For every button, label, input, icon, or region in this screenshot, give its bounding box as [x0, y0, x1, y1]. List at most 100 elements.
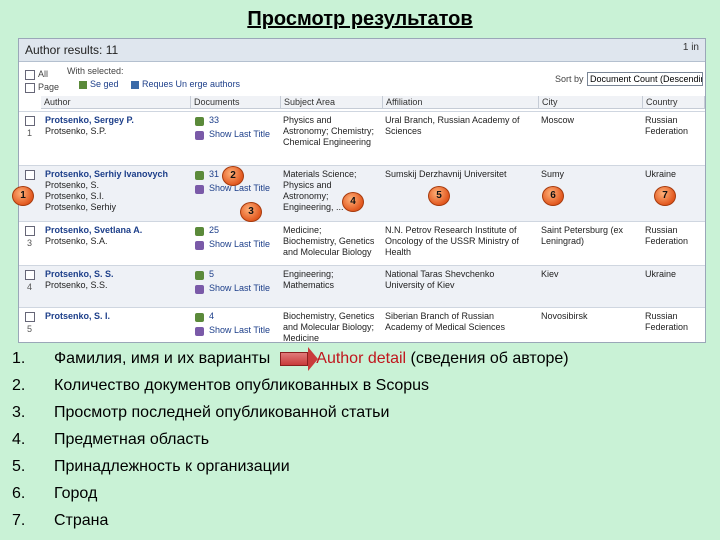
column-header[interactable]: Affiliation: [383, 96, 539, 109]
column-header[interactable]: Documents: [191, 96, 281, 109]
author-name-variant: Protsenko, Serhiy: [45, 202, 117, 212]
row-checkbox[interactable]: [25, 226, 35, 236]
select-page-control[interactable]: Page: [25, 82, 59, 93]
document-count-link[interactable]: 33: [209, 115, 219, 126]
sort-dropdown[interactable]: Document Count (Descending): [587, 72, 703, 86]
affiliation-link[interactable]: Sciences: [385, 126, 422, 137]
show-last-title-link[interactable]: Show Last Title: [209, 283, 270, 294]
callout-marker-1: 1: [12, 186, 34, 206]
author-name-variant: Protsenko, S.: [45, 180, 100, 190]
affiliation-link[interactable]: Oncology of the USSR Ministry of: [385, 236, 519, 247]
column-header[interactable]: Subject Area: [281, 96, 383, 109]
affiliation-link[interactable]: National Taras Shevchenko: [385, 269, 494, 280]
show-last-title-icon: [195, 241, 204, 250]
affiliation-link[interactable]: Ural Branch, Russian Academy of: [385, 115, 520, 126]
table-row[interactable]: 3 Protsenko, Svetlana A. Protsenko, S.A. 25…: [19, 221, 705, 266]
documents-icon: [195, 313, 204, 322]
row-number: 3: [27, 238, 33, 248]
row-number: 4: [27, 282, 33, 292]
show-last-title-link[interactable]: Show Last Title: [209, 183, 270, 194]
author-name-link[interactable]: Protsenko, Serhiy Ivanovych: [45, 169, 168, 180]
show-last-title-icon: [195, 327, 204, 336]
legend-item-7: 7. Страна: [12, 512, 109, 529]
row-checkbox[interactable]: [25, 116, 35, 126]
documents-icon: [195, 171, 204, 180]
row-number: 1: [27, 128, 33, 138]
table-row[interactable]: 4 Protsenko, S. S. Protsenko, S.S. 5 Show La…: [19, 265, 705, 308]
page-indicator[interactable]: 1 in: [683, 42, 699, 53]
subject-area: Astronomy;: [283, 191, 329, 201]
show-documents-action[interactable]: Se ged: [79, 79, 119, 89]
country: Ukraine: [645, 169, 677, 179]
subject-area: and Molecular Biology;: [283, 322, 375, 332]
author-name-variant: Protsenko, S.P.: [45, 126, 107, 136]
show-last-title-link[interactable]: Show Last Title: [209, 129, 270, 140]
legend-item-6: 6. Город: [12, 485, 98, 502]
affiliation-link[interactable]: Siberian Branch of Russian: [385, 311, 494, 322]
show-last-title-icon: [195, 185, 204, 194]
city: Leningrad): [541, 236, 585, 246]
arrow-right-icon: [280, 346, 319, 371]
row-number: 5: [27, 324, 33, 334]
row-checkbox[interactable]: [25, 170, 35, 180]
author-name-link[interactable]: Protsenko, S. I.: [45, 311, 110, 322]
subject-area: Physics and: [283, 115, 332, 125]
document-count-link[interactable]: 5: [209, 269, 214, 280]
callout-marker-5: 5: [428, 186, 450, 206]
subject-area: and Molecular Biology: [283, 247, 372, 257]
author-name-variant: Protsenko, S.I.: [45, 191, 105, 201]
legend-item-2: 2. Количество документов опубликованных в…: [12, 377, 430, 394]
author-name-link[interactable]: Protsenko, S. S.: [45, 269, 114, 280]
column-header[interactable]: Country: [643, 96, 705, 109]
affiliation-link[interactable]: Sumskij Derzhavnij Universitet: [385, 169, 507, 180]
callout-marker-6: 6: [542, 186, 564, 206]
affiliation-link[interactable]: University of Kiev: [385, 280, 455, 291]
column-header[interactable]: Author: [41, 96, 191, 109]
author-name-variant: Protsenko, S.A.: [45, 236, 108, 246]
country: Russian: [645, 225, 678, 235]
documents-icon: [195, 227, 204, 236]
show-last-title-icon: [195, 285, 204, 294]
documents-icon: [195, 271, 204, 280]
subject-area: Chemical Engineering: [283, 137, 372, 147]
author-name-link[interactable]: Protsenko, Svetlana A.: [45, 225, 142, 236]
document-count-link[interactable]: 4: [209, 311, 214, 322]
affiliation-link[interactable]: Academy of Medical Sciences: [385, 322, 505, 333]
show-last-title-link[interactable]: Show Last Title: [209, 325, 270, 336]
column-header[interactable]: City: [539, 96, 643, 109]
slide-title: Просмотр результатов: [247, 8, 473, 30]
country: Federation: [645, 322, 689, 332]
affiliation-link[interactable]: N.N. Petrov Research Institute of: [385, 225, 517, 236]
author-results-screenshot: Author results: 11 1 in All Page With se…: [18, 38, 706, 343]
table-row[interactable]: Protsenko, Serhiy Ivanovych Protsenko, S.…: [19, 165, 705, 222]
city: Saint Petersburg (ex: [541, 225, 624, 235]
subject-area: Medicine;: [283, 225, 322, 235]
checkbox-icon[interactable]: [25, 69, 35, 80]
results-header: Author results: 11 1 in: [19, 39, 705, 62]
subject-area: Engineering, ...: [283, 202, 344, 212]
documents-icon: [195, 117, 204, 126]
show-last-title-link[interactable]: Show Last Title: [209, 239, 270, 250]
city: Moscow: [541, 115, 575, 125]
country: Russian: [645, 311, 678, 321]
document-count-link[interactable]: 31: [209, 169, 219, 180]
legend-item-3: 3. Просмотр последней опубликованной стат…: [12, 404, 390, 421]
subject-area: Biochemistry, Genetics: [283, 236, 375, 246]
callout-marker-3: 3: [240, 202, 262, 222]
table-row[interactable]: 1 Protsenko, Sergey P. Protsenko, S.P. 33 Sh…: [19, 111, 705, 166]
author-detail-link[interactable]: Author detail: [316, 350, 406, 367]
table-row[interactable]: 5 Protsenko, S. I. 4 Show Last Title Biochem…: [19, 307, 705, 343]
country: Federation: [645, 236, 689, 246]
subject-area: Physics and: [283, 180, 332, 190]
checkbox-icon[interactable]: [25, 82, 35, 93]
subject-area: Medicine: [283, 333, 320, 343]
select-all-control[interactable]: All: [25, 69, 48, 80]
row-checkbox[interactable]: [25, 312, 35, 322]
document-count-link[interactable]: 25: [209, 225, 219, 236]
city: Kiev: [541, 269, 559, 279]
request-merge-action[interactable]: Reques Un erge authors: [131, 79, 240, 89]
affiliation-link[interactable]: Health: [385, 247, 411, 258]
author-name-link[interactable]: Protsenko, Sergey P.: [45, 115, 134, 126]
subject-area: Materials Science;: [283, 169, 357, 179]
row-checkbox[interactable]: [25, 270, 35, 280]
